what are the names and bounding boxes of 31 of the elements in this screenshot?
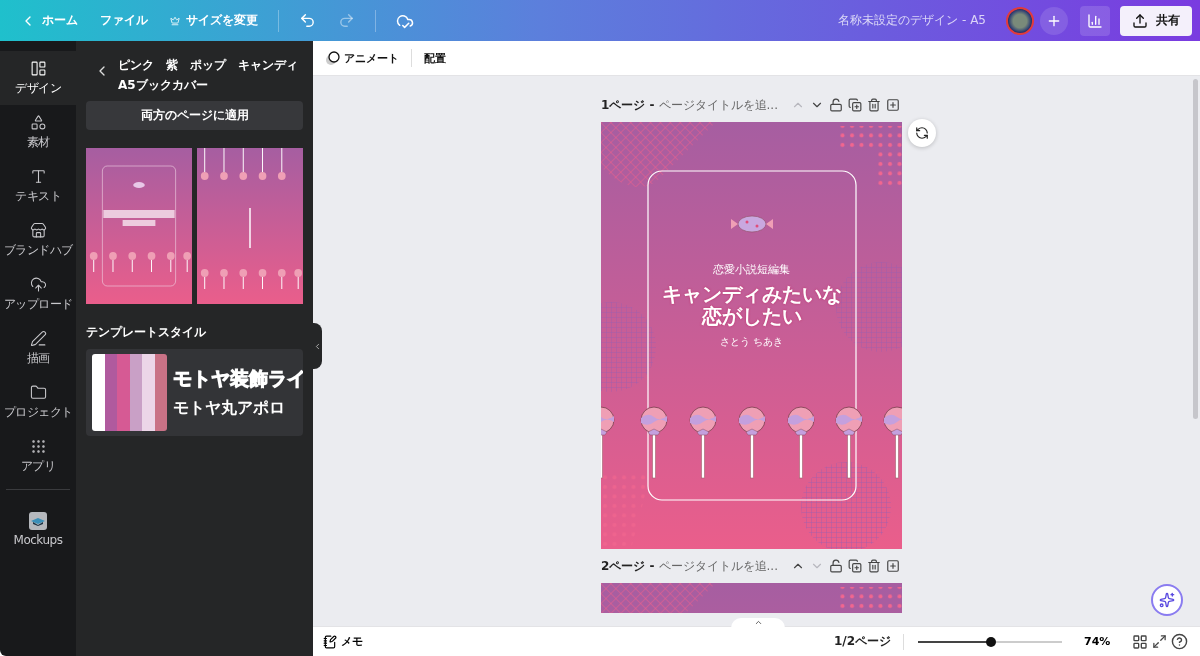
zoom-reading[interactable]: 74% bbox=[1084, 635, 1122, 648]
share-button[interactable]: 共有 bbox=[1120, 5, 1192, 36]
sidebar-item[interactable]: Mockups bbox=[0, 502, 76, 556]
template-title: A5ブックカバー bbox=[118, 77, 209, 93]
cover-subtitle: 恋愛小説短編集 bbox=[713, 262, 790, 277]
font-preview: モトヤ丸アポロ bbox=[173, 398, 286, 419]
sidebar-item[interactable]: アップロード bbox=[0, 267, 76, 321]
toolbar-button[interactable]: 配置 bbox=[422, 46, 448, 70]
style-card[interactable]: モトヤ装飾ライ モトヤ丸アポロ bbox=[86, 349, 303, 436]
page-label: 2ページ - bbox=[601, 557, 655, 575]
sidebar-item[interactable]: デザイン bbox=[0, 51, 76, 105]
toolbar-button[interactable]: アニメート bbox=[323, 46, 401, 70]
sidebar-item[interactable]: テキスト bbox=[0, 159, 76, 213]
sidebar-item[interactable]: 素材 bbox=[0, 105, 76, 159]
sidebar-item[interactable]: アプリ bbox=[0, 429, 76, 483]
notes-button[interactable]: メモ bbox=[323, 634, 363, 649]
apply-button[interactable]: 両方のページに適用 bbox=[86, 101, 303, 130]
section-title: テンプレートスタイル bbox=[86, 324, 207, 341]
sidebar-item[interactable]: ブランドハブ bbox=[0, 213, 76, 267]
sidebar-item[interactable]: プロジェクト bbox=[0, 375, 76, 429]
sidebar-item[interactable]: 描画 bbox=[0, 321, 76, 375]
page-label: 1ページ - bbox=[601, 96, 655, 114]
cover-title: キャンディみたいな bbox=[661, 283, 842, 305]
page-count[interactable]: 1/2ページ bbox=[833, 633, 891, 650]
document-title[interactable]: 名称未設定のデザイン - A5 bbox=[838, 12, 986, 29]
cover-author: さとう ちあき bbox=[719, 335, 784, 349]
page-title-field[interactable]: ページタイトルを追... bbox=[655, 557, 778, 575]
template-title: ピンク 紫 ポップ キャンディ bbox=[118, 57, 298, 73]
page-title-field[interactable]: ページタイトルを追... bbox=[655, 96, 778, 114]
cover-title: 恋がしたい bbox=[701, 305, 802, 327]
font-preview: モトヤ装飾ライ bbox=[173, 366, 303, 391]
